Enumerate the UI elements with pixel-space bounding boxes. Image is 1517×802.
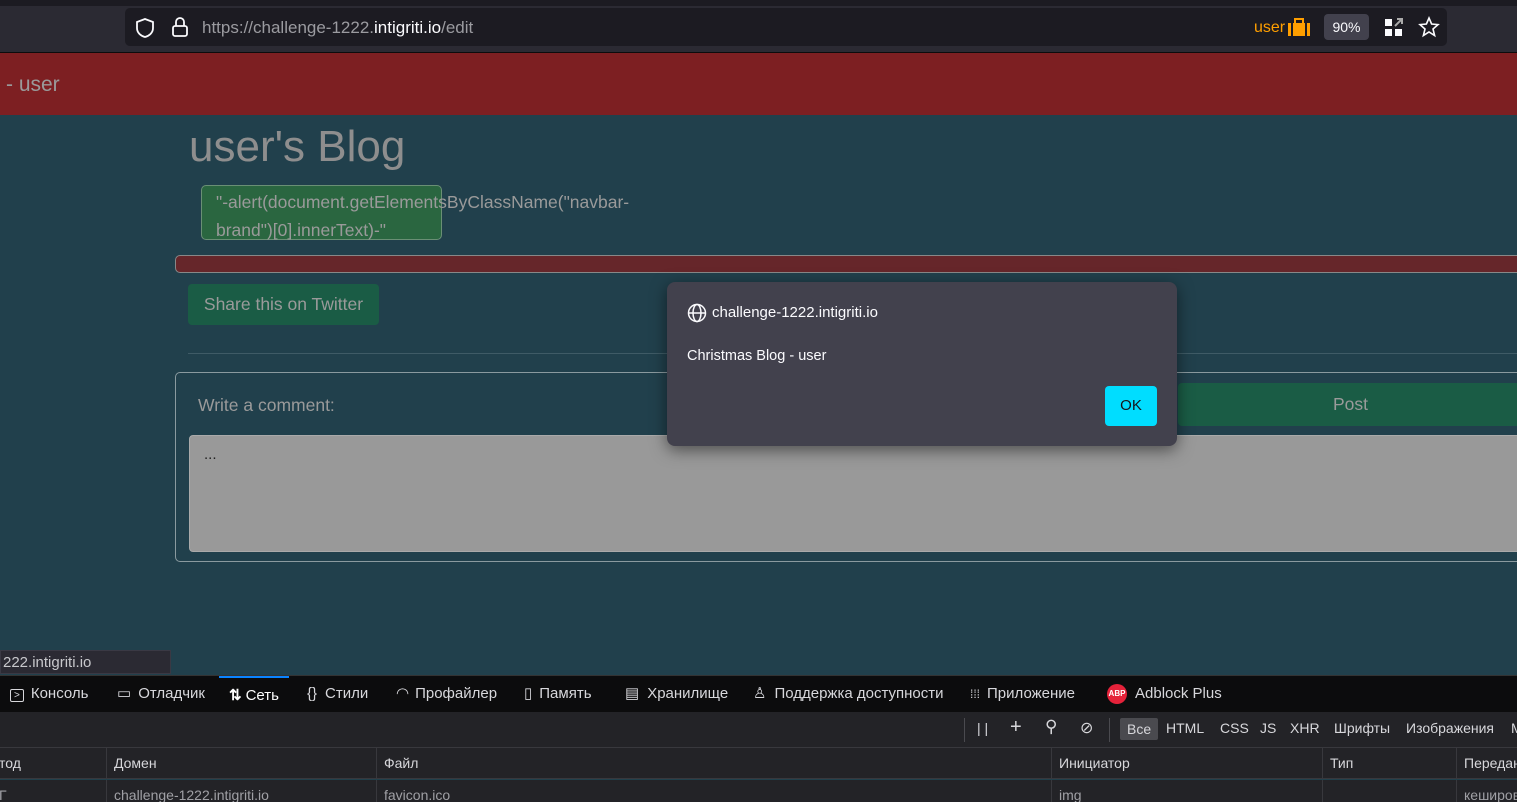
network-icon: ⇅ [229,687,242,704]
tab-console[interactable]: > Консоль [10,676,88,712]
col-type[interactable]: Тип [1322,748,1456,778]
add-icon[interactable]: + [1010,716,1022,739]
extensions-icon[interactable] [1384,18,1404,38]
url-bar[interactable]: https://challenge-1222.intigriti.io/edit… [125,8,1447,46]
console-icon: > [10,689,24,702]
container-label[interactable]: user [1254,19,1285,37]
cell-domain: challenge-1222.intigriti.io [106,780,376,802]
cell-file: favicon.ico [376,780,1051,802]
tab-debugger[interactable]: ▭ Отладчик [117,676,205,712]
cell-initiator: img [1051,780,1322,802]
profiler-icon: ◠ [396,685,410,702]
network-toolbar: | | + ⚲ ⊘ Все HTML CSS JS XHR Шрифты Изо… [0,712,1517,748]
application-icon: ⁞⁞⁞ [970,687,981,701]
tab-network[interactable]: ⇅ Сеть [219,676,289,712]
cell-method: Г [0,787,7,802]
filter-media[interactable]: M [1511,720,1517,736]
cell-type [1322,780,1456,802]
debugger-icon: ▭ [117,685,132,702]
globe-icon [687,303,707,323]
col-domain[interactable]: Домен [106,748,376,778]
tab-accessibility[interactable]: ♙ Поддержка доступности [753,676,944,712]
network-table-header: тод Домен Файл Инициатор Тип Передан [0,748,1517,779]
filter-fonts[interactable]: Шрифты [1334,720,1390,736]
filter-html[interactable]: HTML [1166,720,1204,736]
filter-css[interactable]: CSS [1220,720,1249,736]
filter-all[interactable]: Все [1120,718,1159,740]
cell-transferred: кеширов [1456,780,1517,802]
post-button[interactable]: Post [1178,383,1517,426]
lock-icon[interactable] [171,16,189,38]
col-file[interactable]: Файл [376,748,1051,778]
toolbar-separator [964,718,965,742]
storage-icon: ▤ [625,685,640,702]
filter-js[interactable]: JS [1260,720,1276,736]
abp-icon: ABP [1107,684,1127,705]
comment-label: Write a comment: [198,395,335,415]
toolbar-separator [1109,718,1110,742]
share-twitter-button[interactable]: Share this on Twitter [188,284,379,325]
url-text[interactable]: https://challenge-1222.intigriti.io/edit [202,18,473,38]
shield-icon[interactable] [135,17,155,39]
col-initiator[interactable]: Инициатор [1051,748,1322,778]
tab-profiler[interactable]: ◠ Профайлер [396,676,497,712]
filter-xhr[interactable]: XHR [1290,720,1320,736]
filter-images[interactable]: Изображения [1406,720,1494,736]
navbar: - user [0,53,1517,115]
alert-dialog: challenge-1222.intigriti.io Christmas Bl… [667,282,1177,446]
status-url: 222.intigriti.io [0,650,171,674]
post-content: "-alert(document.getElementsByClassName(… [216,192,630,240]
bookmark-star-icon[interactable] [1418,16,1440,38]
tab-application[interactable]: ⁞⁞⁞ Приложение [970,676,1075,712]
col-transferred[interactable]: Передан [1456,748,1517,778]
page-title: user's Blog [189,122,406,171]
comment-textarea[interactable]: ... [189,435,1517,552]
col-method[interactable]: тод [0,748,106,778]
accessibility-icon: ♙ [753,685,767,702]
briefcase-icon [1288,18,1310,36]
post-divider-bar [175,255,1517,273]
dialog-origin: challenge-1222.intigriti.io [712,304,878,321]
devtools-tabs: > Консоль ▭ Отладчик ⇅ Сеть {} Стили ◠ Профай… [0,675,1517,712]
tab-storage[interactable]: ▤ Хранилище [625,676,728,712]
dialog-message: Christmas Blog - user [687,348,827,364]
tab-styles[interactable]: {} Стили [307,676,368,712]
braces-icon: {} [307,685,318,702]
search-icon[interactable]: ⚲ [1045,717,1057,737]
navbar-brand[interactable]: - user [6,73,60,97]
ok-button[interactable]: OK [1105,386,1157,426]
zoom-level-button[interactable]: 90% [1324,14,1369,40]
tab-adblock[interactable]: ABP Adblock Plus [1107,676,1222,712]
tab-memory[interactable]: ▯ Память [524,676,592,712]
table-row[interactable]: Г challenge-1222.intigriti.io favicon.ic… [0,780,1517,802]
pause-icon[interactable]: | | [977,720,988,736]
block-icon[interactable]: ⊘ [1080,718,1093,738]
memory-icon: ▯ [524,685,533,702]
